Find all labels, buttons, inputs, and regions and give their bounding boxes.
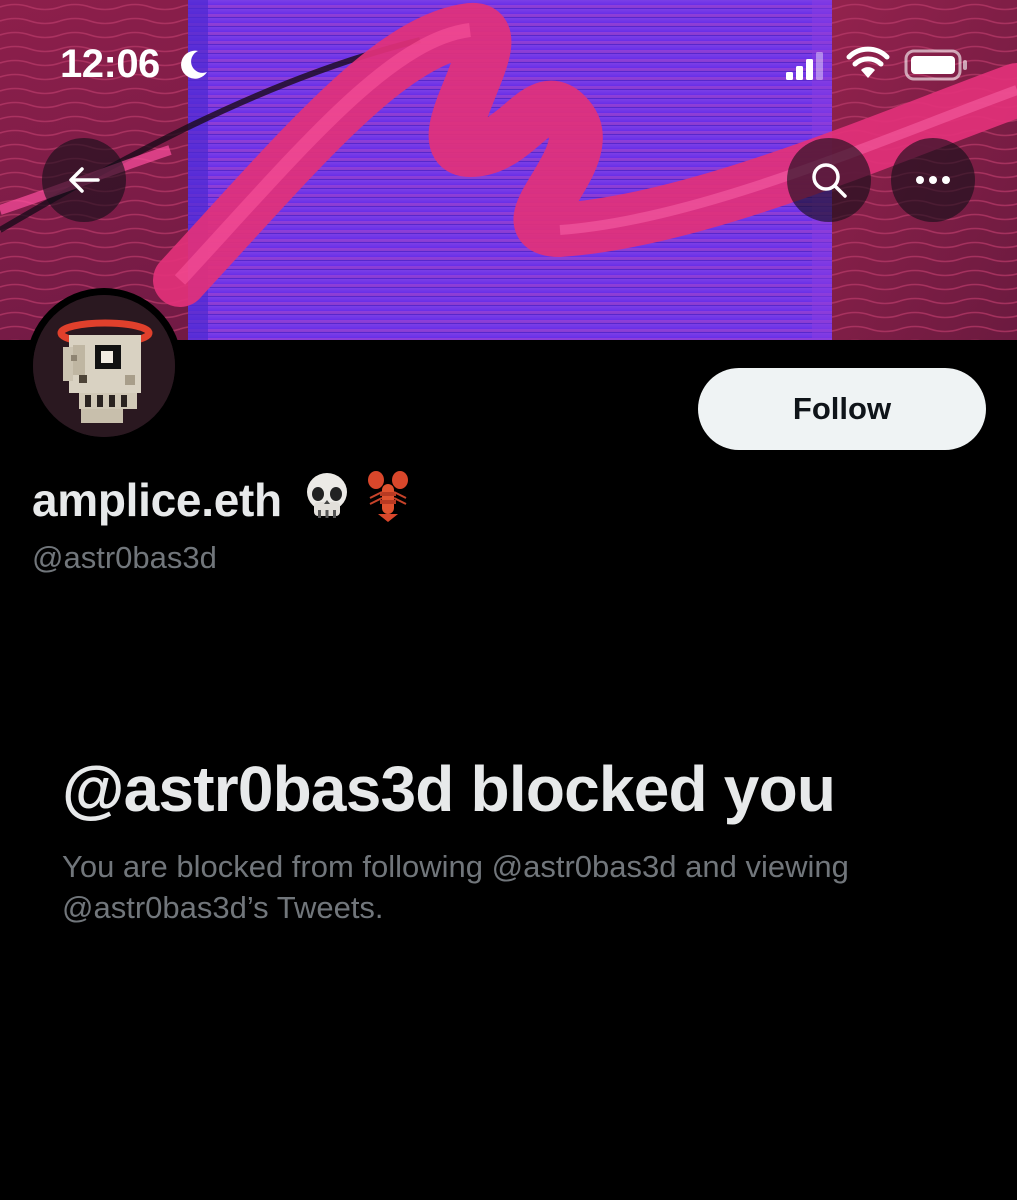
lobster-emoji — [364, 470, 412, 529]
more-horizontal-icon — [916, 176, 950, 184]
blocked-title: @astr0bas3d blocked you — [62, 753, 836, 825]
skull-emoji — [304, 472, 350, 527]
profile-banner[interactable]: 12:06 — [0, 0, 1017, 340]
status-time: 12:06 — [60, 42, 160, 86]
search-button[interactable] — [787, 138, 871, 222]
battery-icon — [904, 49, 967, 81]
display-name-row: amplice.eth — [32, 470, 412, 529]
follow-button[interactable]: Follow — [698, 368, 986, 450]
cellular-signal-icon — [786, 52, 823, 80]
wifi-icon — [846, 46, 890, 78]
back-button[interactable] — [42, 138, 126, 222]
pixel-skull-avatar — [33, 295, 175, 437]
moon-icon — [181, 50, 207, 79]
search-icon — [812, 163, 847, 198]
profile-avatar[interactable] — [26, 288, 182, 444]
profile-handle: @astr0bas3d — [32, 540, 217, 575]
blocked-description: You are blocked from following @astr0bas… — [62, 849, 849, 925]
display-name: amplice.eth — [32, 473, 282, 526]
arrow-left-icon — [69, 167, 100, 193]
more-options-button[interactable] — [891, 138, 975, 222]
